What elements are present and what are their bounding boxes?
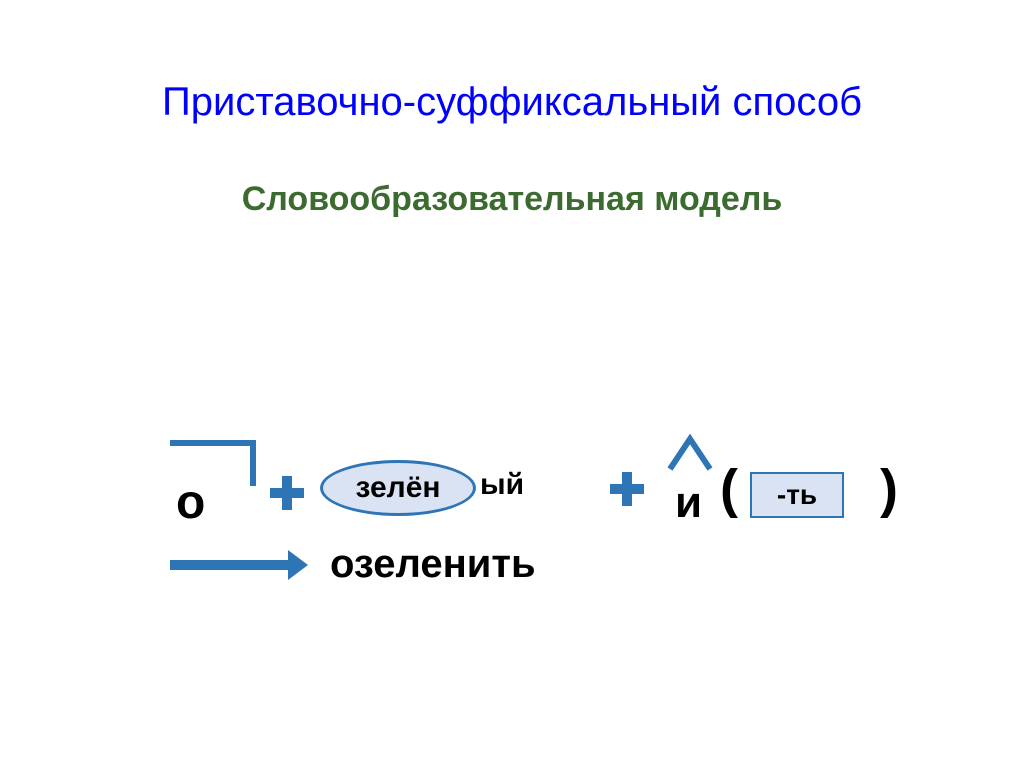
suffix-morpheme: и	[675, 478, 702, 528]
root-morpheme: зелён	[320, 460, 476, 516]
result-word: озеленить	[330, 542, 536, 587]
word-formation-diagram: о зелён ый и ( -ть ) озеленить	[160, 440, 900, 640]
plus-icon	[270, 476, 304, 510]
paren-right: )	[880, 458, 898, 520]
adjective-ending: ый	[480, 468, 524, 502]
page-title: Приставочно-суффиксальный способ	[0, 80, 1024, 125]
page-subtitle: Словообразовательная модель	[0, 180, 1024, 219]
paren-left: (	[720, 458, 738, 520]
suffix-caret-icon	[665, 434, 715, 474]
infinitive-ending-box: -ть	[750, 472, 844, 518]
arrow-right-icon	[170, 560, 290, 570]
plus-icon	[610, 472, 644, 506]
prefix-morpheme: о	[176, 475, 205, 530]
